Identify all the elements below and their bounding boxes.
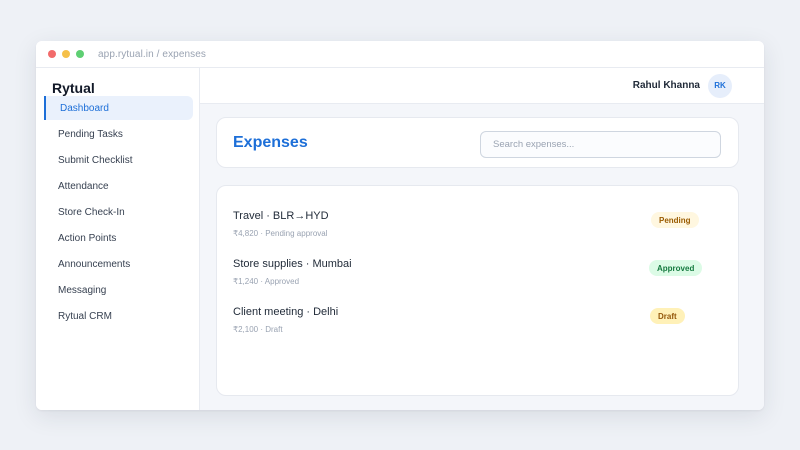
status-badge: Draft	[650, 308, 685, 324]
expense-subtitle: ₹2,100 · Draft	[233, 325, 283, 334]
list-item[interactable]: Client meeting · Delhi ₹2,100 · Draft Dr…	[233, 306, 722, 346]
sidebar-item-submit-checklist[interactable]: Submit Checklist	[36, 148, 193, 172]
sidebar-item-store-check-in[interactable]: Store Check-In	[36, 200, 193, 224]
list-item[interactable]: Store supplies · Mumbai ₹1,240 · Approve…	[233, 258, 722, 298]
sidebar-item-dashboard[interactable]: Dashboard	[44, 96, 193, 120]
minimize-window-icon[interactable]	[62, 50, 70, 58]
sidebar-item-label: Submit Checklist	[58, 154, 133, 166]
expenses-header-card: Expenses	[216, 117, 739, 168]
brand-logo[interactable]: Rytual	[52, 80, 95, 96]
sidebar-item-label: Store Check-In	[58, 206, 125, 218]
avatar[interactable]: RK	[708, 73, 732, 98]
app-window: app.rytual.in / expenses Rytual Dashboar…	[36, 41, 764, 410]
status-badge: Pending	[651, 212, 699, 228]
title-bar: app.rytual.in / expenses	[36, 41, 764, 68]
sidebar-item-rytual-crm[interactable]: Rytual CRM	[36, 304, 193, 328]
close-window-icon[interactable]	[48, 50, 56, 58]
maximize-window-icon[interactable]	[76, 50, 84, 58]
top-bar: Rahul Khanna RK	[200, 68, 764, 104]
sidebar-item-label: Rytual CRM	[58, 310, 112, 322]
sidebar-item-pending-tasks[interactable]: Pending Tasks	[36, 122, 193, 146]
main-content: Rahul Khanna RK Expenses Travel · BLR→HY…	[200, 68, 764, 410]
sidebar-item-announcements[interactable]: Announcements	[36, 252, 193, 276]
sidebar-item-label: Pending Tasks	[58, 128, 123, 140]
sidebar: Rytual Dashboard Pending Tasks Submit Ch…	[36, 68, 200, 410]
status-badge: Approved	[649, 260, 703, 276]
expense-title: Store supplies · Mumbai	[233, 258, 352, 270]
expense-title: Client meeting · Delhi	[233, 306, 339, 318]
list-item[interactable]: Travel · BLR→HYD ₹4,820 · Pending approv…	[233, 210, 722, 250]
page-title: Expenses	[233, 134, 308, 151]
sidebar-item-label: Announcements	[58, 258, 131, 270]
sidebar-item-label: Messaging	[58, 284, 107, 296]
expenses-list-card: Travel · BLR→HYD ₹4,820 · Pending approv…	[216, 185, 739, 396]
expense-title: Travel · BLR→HYD	[233, 210, 329, 222]
expense-subtitle: ₹1,240 · Approved	[233, 277, 300, 286]
sidebar-item-action-points[interactable]: Action Points	[36, 226, 193, 250]
sidebar-item-attendance[interactable]: Attendance	[36, 174, 193, 198]
search-input[interactable]	[480, 131, 721, 158]
sidebar-item-messaging[interactable]: Messaging	[36, 278, 193, 302]
sidebar-nav: Dashboard Pending Tasks Submit Checklist…	[36, 96, 193, 330]
address-bar[interactable]: app.rytual.in / expenses	[98, 49, 206, 60]
sidebar-item-label: Action Points	[58, 232, 117, 244]
sidebar-item-label: Attendance	[58, 180, 109, 192]
sidebar-item-label: Dashboard	[60, 102, 109, 114]
user-name: Rahul Khanna	[632, 80, 700, 91]
expense-subtitle: ₹4,820 · Pending approval	[233, 229, 328, 238]
